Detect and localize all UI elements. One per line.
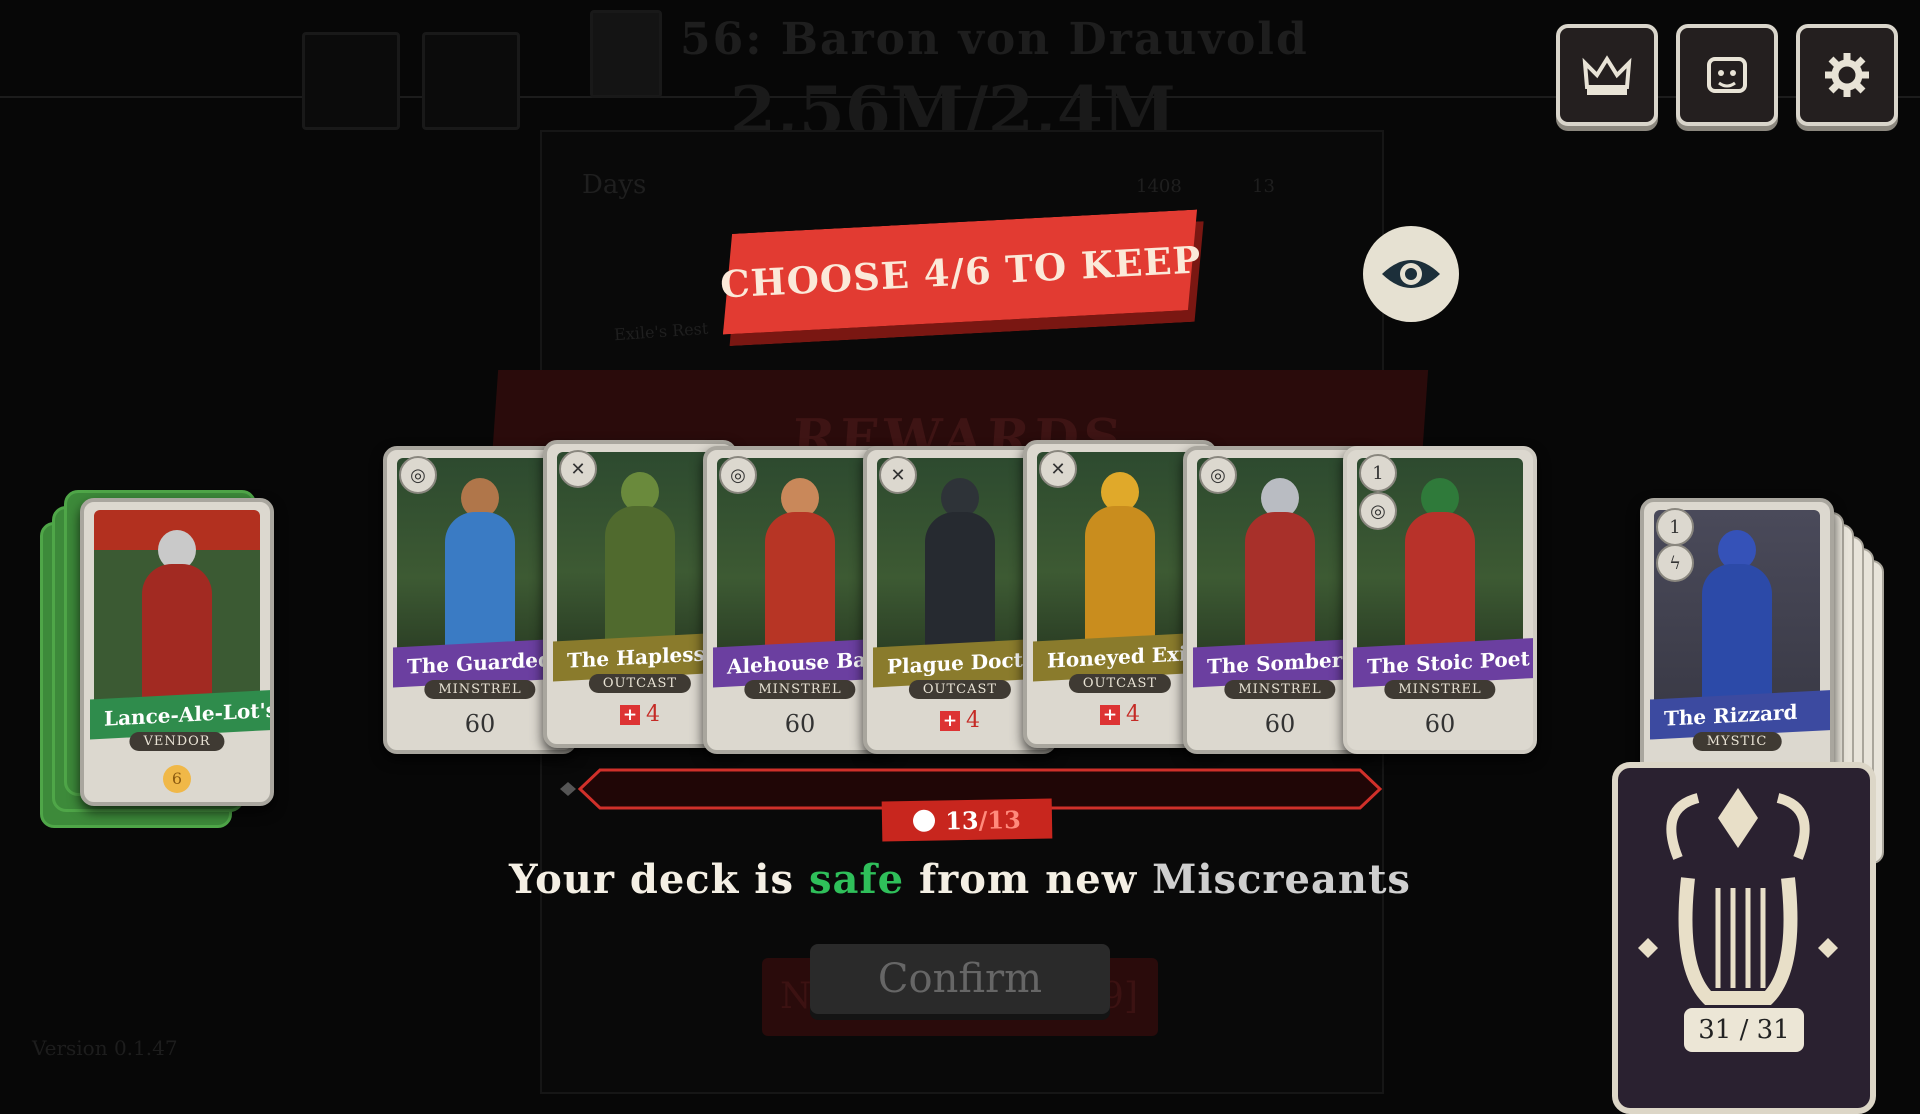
boss-shield-icon bbox=[590, 10, 662, 98]
vendor-card[interactable]: Lance-Ale-Lot's VENDOR 6 bbox=[80, 498, 274, 806]
card-class: MINSTREL bbox=[1224, 680, 1336, 699]
card-art bbox=[94, 510, 260, 710]
card-figure bbox=[445, 512, 515, 652]
card-class: MINSTREL bbox=[424, 680, 536, 699]
coin-icon: 6 bbox=[163, 765, 191, 793]
version-label: Version 0.1.47 bbox=[32, 1036, 178, 1060]
minstrel-icon: ◎ bbox=[399, 456, 437, 494]
mask-icon bbox=[913, 809, 936, 832]
deck-count: 31 / 31 bbox=[1684, 1008, 1804, 1052]
settings-button[interactable] bbox=[1796, 24, 1898, 126]
card-class: MINSTREL bbox=[744, 680, 856, 699]
card-class: OUTCAST bbox=[1068, 674, 1172, 693]
leaderboard-button[interactable] bbox=[1556, 24, 1658, 126]
counter-max: /13 bbox=[978, 804, 1022, 835]
status-message: Your deck is safe from new Miscreants bbox=[509, 856, 1411, 903]
minstrel-icon: ◎ bbox=[1199, 456, 1237, 494]
card-figure bbox=[1702, 564, 1772, 704]
mystic-icon: ϟ bbox=[1656, 544, 1694, 582]
offer-card[interactable]: 1 ◎ The Stoic Poet MINSTREL 60 bbox=[1343, 446, 1537, 754]
health-icon: + bbox=[940, 711, 960, 731]
health-icon: + bbox=[1100, 705, 1120, 725]
outcast-icon: ✕ bbox=[1039, 450, 1077, 488]
card-figure bbox=[1245, 512, 1315, 652]
card-class: MYSTIC bbox=[1692, 732, 1782, 751]
minstrel-icon: ◎ bbox=[1359, 492, 1397, 530]
card-figure bbox=[925, 512, 995, 652]
boss-title: 56: Baron von Drauvold bbox=[680, 14, 1309, 65]
card-class: OUTCAST bbox=[908, 680, 1012, 699]
health-icon: + bbox=[620, 705, 640, 725]
card-figure bbox=[1405, 512, 1475, 652]
crown-icon bbox=[1582, 55, 1632, 95]
deck-top-card[interactable]: 1 ϟ The Rizzard MYSTIC +4 bbox=[1640, 498, 1834, 806]
background-slot bbox=[302, 32, 400, 130]
card-value: 60 bbox=[1424, 710, 1456, 738]
card-figure bbox=[1085, 506, 1155, 646]
eye-icon bbox=[1382, 260, 1440, 288]
miscreant-counter: 13/13 bbox=[881, 798, 1053, 842]
days-label: Days bbox=[582, 170, 647, 200]
card-level-badge: 1 bbox=[1359, 454, 1397, 492]
gear-icon bbox=[1825, 53, 1869, 97]
resource-b: 13 bbox=[1252, 176, 1275, 197]
resource-a: 1408 bbox=[1136, 176, 1182, 197]
card-level-badge: 1 bbox=[1656, 508, 1694, 546]
card-cost: 6 bbox=[84, 762, 270, 793]
minstrel-icon: ◎ bbox=[719, 456, 757, 494]
peek-button[interactable] bbox=[1363, 226, 1459, 322]
counter-current: 13 bbox=[944, 805, 979, 835]
card-figure bbox=[142, 564, 212, 704]
safe-word: safe bbox=[808, 856, 905, 903]
card-class: OUTCAST bbox=[588, 674, 692, 693]
outcast-icon: ✕ bbox=[559, 450, 597, 488]
card-class: VENDOR bbox=[129, 732, 225, 751]
card-class: MINSTREL bbox=[1384, 680, 1496, 699]
miscreants-word: Miscreants bbox=[1152, 856, 1411, 903]
draw-pile[interactable]: 31 / 31 bbox=[1612, 762, 1876, 1114]
masks-icon bbox=[1707, 57, 1747, 93]
confirm-button[interactable]: Confirm bbox=[810, 944, 1110, 1014]
outcast-icon: ✕ bbox=[879, 456, 917, 494]
card-figure bbox=[605, 506, 675, 646]
background-slot bbox=[422, 32, 520, 130]
card-figure bbox=[765, 512, 835, 652]
collection-button[interactable] bbox=[1676, 24, 1778, 126]
